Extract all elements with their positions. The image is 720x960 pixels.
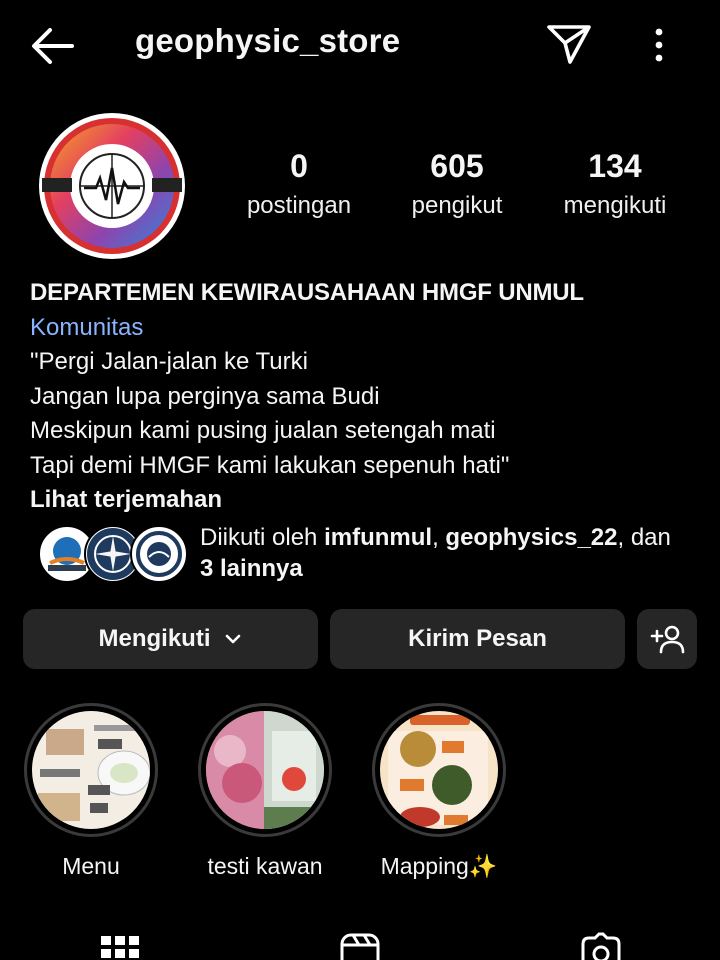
following-button[interactable]: Mengikuti bbox=[23, 609, 318, 669]
followed-by-text: Diikuti oleh imfunmul, geophysics_22, da… bbox=[200, 522, 700, 584]
highlight-testi-kawan[interactable]: testi kawan bbox=[195, 703, 335, 880]
profile-display-name: DEPARTEMEN KEWIRAUSAHAAN HMGF UNMUL bbox=[30, 279, 584, 306]
arrow-left-icon[interactable] bbox=[28, 24, 76, 68]
highlight-label: testi kawan bbox=[207, 853, 323, 879]
following-label: mengikuti bbox=[563, 192, 667, 219]
highlight-label: Mapping✨ bbox=[380, 853, 498, 879]
message-button[interactable]: Kirim Pesan bbox=[330, 609, 625, 669]
message-label: Kirim Pesan bbox=[408, 625, 547, 652]
highlight-mapping[interactable]: Mapping✨ bbox=[369, 703, 509, 880]
grid-icon[interactable] bbox=[100, 934, 140, 960]
posts-stat[interactable]: 0 postingan bbox=[224, 148, 374, 220]
highlight-cover bbox=[206, 711, 324, 829]
followers-others[interactable]: 3 lainnya bbox=[200, 555, 303, 582]
followed-by-suffix: , dan bbox=[617, 524, 671, 551]
follower-username[interactable]: imfunmul bbox=[324, 524, 432, 551]
bio-line: Meskipun kami pusing jualan setengah mat… bbox=[30, 417, 496, 444]
add-person-icon bbox=[650, 625, 685, 654]
separator: , bbox=[432, 524, 446, 551]
profile-username: geophysic_store bbox=[135, 22, 401, 59]
more-vertical-icon[interactable] bbox=[646, 26, 672, 66]
following-count: 134 bbox=[588, 148, 642, 184]
highlight-ring bbox=[372, 703, 506, 837]
paper-plane-icon[interactable] bbox=[546, 22, 592, 66]
posts-count: 0 bbox=[290, 148, 308, 184]
following-label: Mengikuti bbox=[98, 625, 211, 652]
highlight-label: Menu bbox=[62, 853, 120, 879]
followers-label: pengikut bbox=[411, 192, 503, 219]
highlight-menu[interactable]: Menu bbox=[21, 703, 161, 880]
posts-label: postingan bbox=[246, 192, 352, 219]
followers-stat[interactable]: 605 pengikut bbox=[382, 148, 532, 220]
follower-avatar bbox=[130, 525, 188, 583]
see-translation-link[interactable]: Lihat terjemahan bbox=[30, 483, 700, 518]
tagged-icon[interactable] bbox=[580, 932, 622, 960]
highlight-cover bbox=[380, 711, 498, 829]
follower-username[interactable]: geophysics_22 bbox=[445, 524, 617, 551]
profile-bio: DEPARTEMEN KEWIRAUSAHAAN HMGF UNMUL Komu… bbox=[30, 276, 700, 518]
highlight-ring bbox=[24, 703, 158, 837]
highlight-cover bbox=[32, 711, 150, 829]
bio-line: Tapi demi HMGF kami lakukan sepenuh hati… bbox=[30, 451, 510, 479]
following-stat[interactable]: 134 mengikuti bbox=[540, 148, 690, 220]
profile-tab-bar bbox=[0, 928, 720, 960]
profile-avatar[interactable] bbox=[38, 112, 186, 260]
followed-by[interactable]: Diikuti oleh imfunmul, geophysics_22, da… bbox=[38, 522, 698, 588]
followed-by-prefix: Diikuti oleh bbox=[200, 524, 325, 551]
followers-count: 605 bbox=[430, 148, 484, 184]
profile-category[interactable]: Komunitas bbox=[30, 311, 700, 346]
reels-icon[interactable] bbox=[339, 932, 381, 960]
chevron-down-icon bbox=[225, 634, 240, 644]
bio-line: "Pergi Jalan-jalan ke Turki bbox=[30, 348, 308, 375]
top-bar: geophysic_store bbox=[0, 0, 720, 92]
add-user-button[interactable] bbox=[637, 609, 697, 669]
bio-line: Jangan lupa perginya sama Budi bbox=[30, 382, 380, 410]
highlight-ring bbox=[198, 703, 332, 837]
